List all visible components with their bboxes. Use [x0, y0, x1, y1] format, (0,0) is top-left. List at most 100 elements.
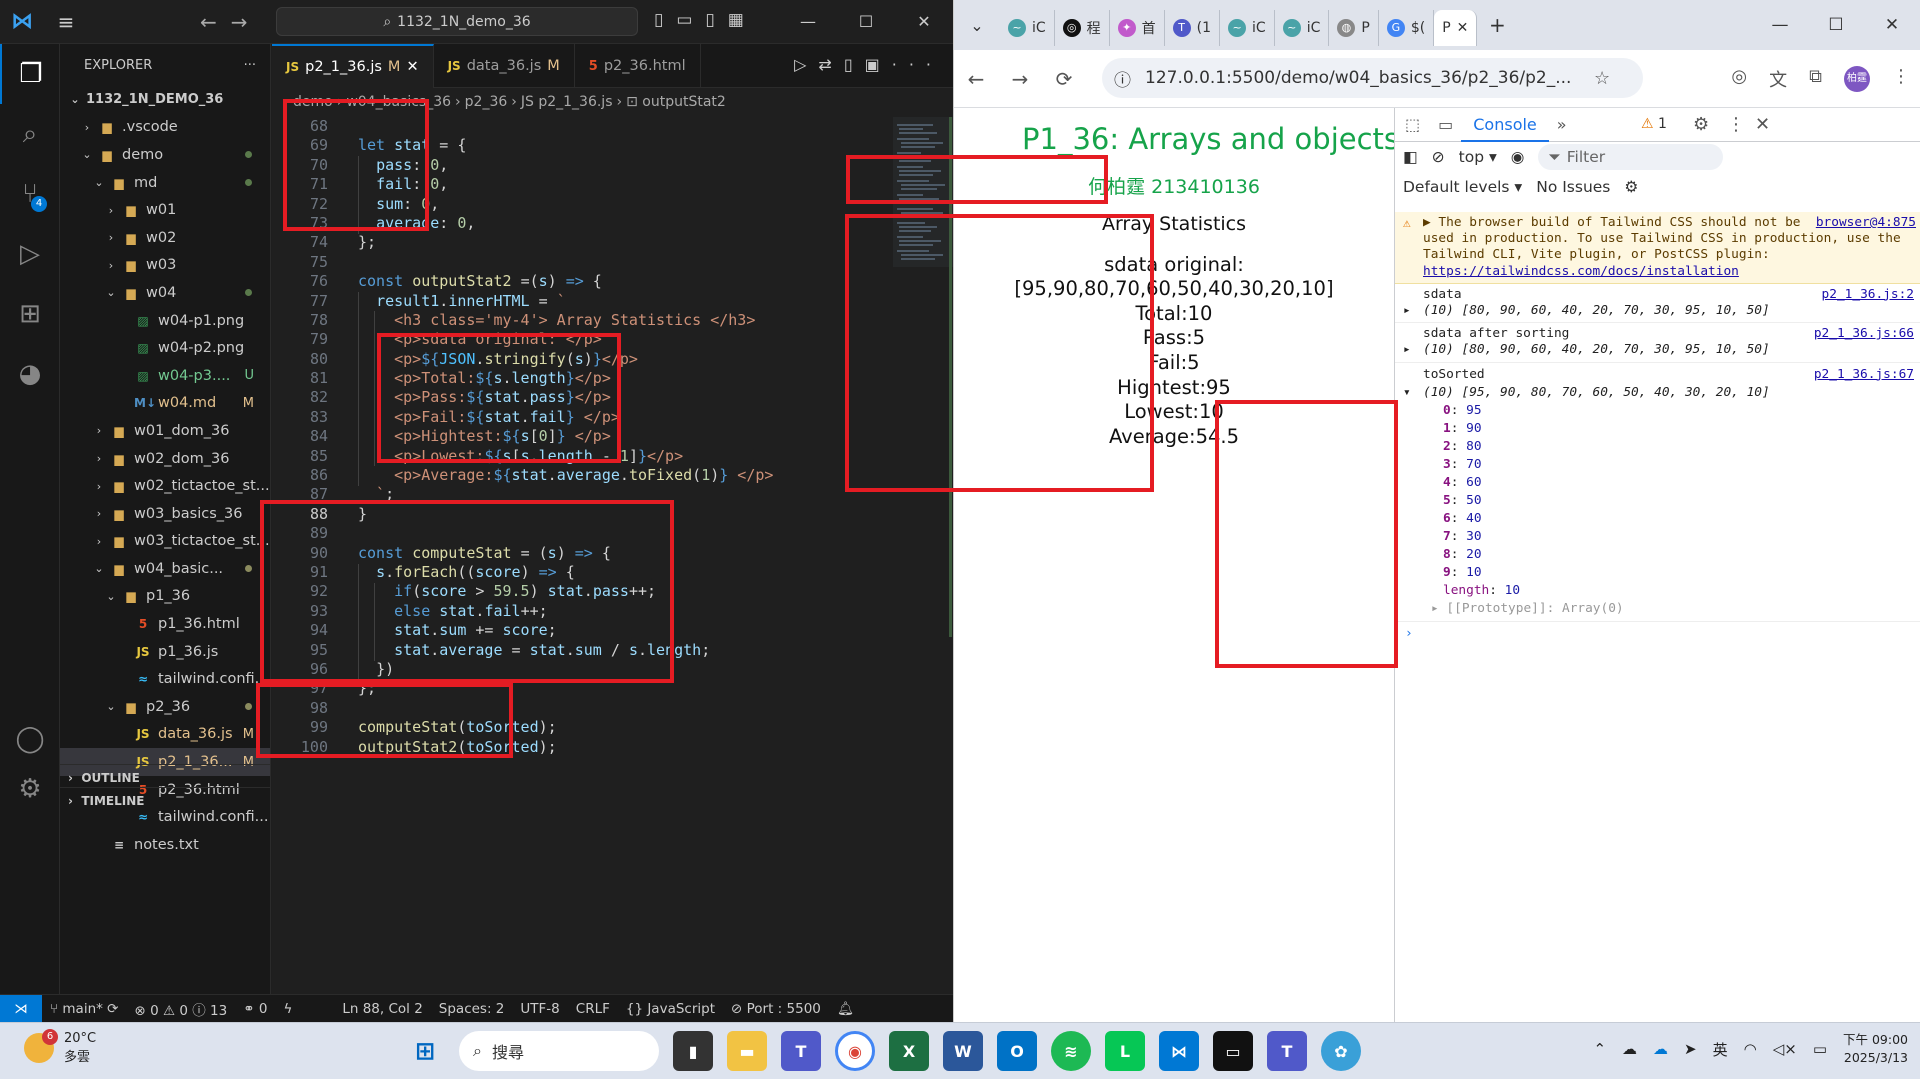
remote-indicator-icon[interactable]: ⋊ [0, 994, 42, 1023]
word-icon[interactable]: W [943, 1031, 983, 1071]
editor-actions[interactable]: ▷⇄▯▣··· [794, 55, 943, 74]
teams-work-icon[interactable]: T [1267, 1031, 1307, 1071]
url-field[interactable]: ⓘ 127.0.0.1:5500/demo/w04_basics_36/p2_36… [1102, 58, 1643, 98]
more-tabs-icon[interactable]: » [1549, 115, 1575, 134]
location-icon[interactable]: ➤ [1684, 1040, 1697, 1058]
close-button[interactable]: ✕ [1864, 0, 1920, 50]
console-warning[interactable]: ⚠ browser@4:875 ▶ The browser build of T… [1395, 212, 1920, 284]
console-prompt[interactable]: › [1395, 622, 1920, 646]
tree-file[interactable]: ▨ w04-p1.png [60, 307, 270, 335]
avatar[interactable]: 柏霆 [1844, 66, 1870, 92]
teams-icon[interactable]: T [781, 1031, 821, 1071]
explorer-icon[interactable]: ❐ [0, 44, 60, 104]
maximize-button[interactable]: ☐ [1808, 0, 1864, 50]
context-select[interactable]: top ▾ [1459, 148, 1497, 166]
tab-p2-1-36-js[interactable]: JS p2_1_36.js M ✕ [272, 44, 434, 88]
tree-folder[interactable]: ⌄ ▆ w04_basic... [60, 555, 270, 583]
minimize-button[interactable]: — [1752, 0, 1808, 50]
console-log-sdata[interactable]: p2_1_36.js:2 sdata ▸ (10) [80, 90, 60, 40… [1395, 284, 1920, 324]
tree-folder[interactable]: › ▆ w02_tictactoe_st... [60, 472, 270, 500]
close-tab-icon[interactable]: ✕ [406, 59, 418, 75]
command-search[interactable]: ⌕ 1132_1N_demo_36 [276, 7, 638, 36]
search-icon[interactable]: ⌕ [0, 104, 60, 164]
timeline-section[interactable]: › TIMELINE [60, 787, 270, 814]
tree-file[interactable]: 5 p1_36.html [60, 610, 270, 638]
tree-folder[interactable]: › ▆ w03 [60, 252, 270, 280]
site-info-icon[interactable]: ⓘ [1114, 66, 1131, 91]
maximize-button[interactable]: ☐ [837, 0, 895, 44]
tree-folder[interactable]: › ▆ w01 [60, 196, 270, 224]
browser-tab[interactable]: G $( [1379, 10, 1435, 46]
tree-folder[interactable]: › ▆ .vscode [60, 114, 270, 142]
tree-folder[interactable]: ⌄ ▆ md [60, 169, 270, 197]
settings-gear-icon[interactable]: ⚙ [1693, 114, 1709, 135]
nav-arrows[interactable]: ←→ [200, 10, 262, 34]
console-log-sorted[interactable]: p2_1_36.js:66 sdata after sorting ▸ (10) … [1395, 323, 1920, 363]
tree-folder[interactable]: › ▆ w01_dom_36 [60, 417, 270, 445]
translate-icon[interactable]: 文 [1769, 66, 1787, 92]
inspect-element-icon[interactable]: ⬚ [1395, 115, 1430, 134]
branch-status[interactable]: ⑂ main* ⟳ [42, 1001, 127, 1017]
reload-button[interactable]: ⟳ [1042, 67, 1086, 91]
cloud-icon[interactable]: ☁ [1622, 1040, 1637, 1058]
extensions-puzzle-icon[interactable]: ⧉ [1809, 66, 1822, 92]
file-icon[interactable]: ▮ [673, 1031, 713, 1071]
tree-folder[interactable]: ⌄ 1132_1N_DEMO_36 [60, 86, 270, 114]
clear-console-icon[interactable]: ⊘ [1432, 148, 1445, 166]
layout-toggle-icons[interactable]: ▯▭▯▦ [654, 10, 757, 30]
live-server-port[interactable]: ⊘ Port : 5500 [723, 1001, 829, 1017]
warning-source-link[interactable]: browser@4:875 [1816, 215, 1916, 231]
volume-icon[interactable]: ◁× [1773, 1040, 1797, 1058]
sidebar-toggle-icon[interactable]: ◧ [1403, 148, 1418, 166]
language-mode[interactable]: {} JavaScript [618, 1001, 723, 1017]
outlook-icon[interactable]: O [997, 1031, 1037, 1071]
tree-file[interactable]: ≡ notes.txt [60, 831, 270, 859]
console-log-tosorted[interactable]: p2_1_36.js:67 toSorted ▾ (10) [95, 90, 80… [1395, 363, 1920, 622]
weather-widget[interactable]: 6 20°C 多雲 [24, 1029, 96, 1065]
browser-tab[interactable]: ~ iC [1220, 10, 1275, 46]
devtools-menu-icon[interactable]: ⋮ [1727, 114, 1745, 135]
browser-tab[interactable]: ✦ 首 [1110, 10, 1165, 46]
tree-folder[interactable]: ⌄ ▆ p2_36 [60, 693, 270, 721]
tree-file[interactable]: JS p1_36.js [60, 638, 270, 666]
tab-p2-36-html[interactable]: 5 p2_36.html [575, 44, 701, 88]
taskbar-search[interactable]: ⌕ 搜尋 [459, 1031, 659, 1071]
settings-gear-icon[interactable]: ⚙ [0, 759, 60, 819]
close-devtools-icon[interactable]: ✕ [1755, 114, 1770, 135]
device-toolbar-icon[interactable]: ▭ [1430, 115, 1461, 134]
notifications-icon[interactable]: 🔔︎ [829, 1001, 862, 1017]
tree-folder[interactable]: › ▆ w03_basics_36 [60, 500, 270, 528]
browser-tab[interactable]: ◎ 程 [1055, 10, 1110, 46]
start-menu-icon[interactable]: ⊞ [405, 1031, 445, 1071]
line-endings[interactable]: CRLF [568, 1001, 618, 1017]
indentation[interactable]: Spaces: 2 [431, 1001, 513, 1017]
issues-count[interactable]: No Issues [1536, 178, 1610, 196]
tree-file[interactable]: JS data_36.js M [60, 721, 270, 749]
tree-folder[interactable]: ⌄ ▆ demo [60, 141, 270, 169]
tree-file[interactable]: M↓ w04.md M [60, 390, 270, 418]
terminal-icon[interactable]: ▭ [1213, 1031, 1253, 1071]
line-icon[interactable]: L [1105, 1031, 1145, 1071]
console-settings-icon[interactable]: ⚙ [1624, 178, 1638, 196]
close-button[interactable]: ✕ [895, 0, 953, 44]
minimize-button[interactable]: — [779, 0, 837, 44]
wifi-icon[interactable]: ◠ [1744, 1040, 1757, 1058]
browser-tab[interactable]: ~ iC [1000, 10, 1055, 46]
tab-search-icon[interactable]: ⌄ [954, 16, 1000, 35]
file-explorer-icon[interactable]: ▬ [727, 1031, 767, 1071]
tray-overflow-icon[interactable]: ⌃ [1593, 1040, 1606, 1058]
excel-icon[interactable]: X [889, 1031, 929, 1071]
tailwind-docs-link[interactable]: https://tailwindcss.com/docs/installatio… [1423, 264, 1739, 279]
source-control-icon[interactable]: ⑂ 4 [0, 164, 60, 224]
menu-icon[interactable]: ⋮ [1892, 66, 1910, 92]
tree-folder[interactable]: › ▆ w02_dom_36 [60, 445, 270, 473]
extension-icon[interactable]: ◎ [1731, 66, 1747, 92]
tab-console[interactable]: Console [1461, 108, 1549, 142]
log-levels-select[interactable]: Default levels ▾ [1403, 178, 1522, 196]
extensions-icon[interactable]: ⊞ [0, 284, 60, 344]
spotify-icon[interactable]: ≋ [1051, 1031, 1091, 1071]
tree-file[interactable]: ≈ tailwind.confi... [60, 665, 270, 693]
menu-icon[interactable]: ≡ [44, 10, 88, 34]
ports-status[interactable]: ⚭ 0 [235, 1001, 275, 1017]
back-button[interactable]: ← [954, 67, 998, 91]
